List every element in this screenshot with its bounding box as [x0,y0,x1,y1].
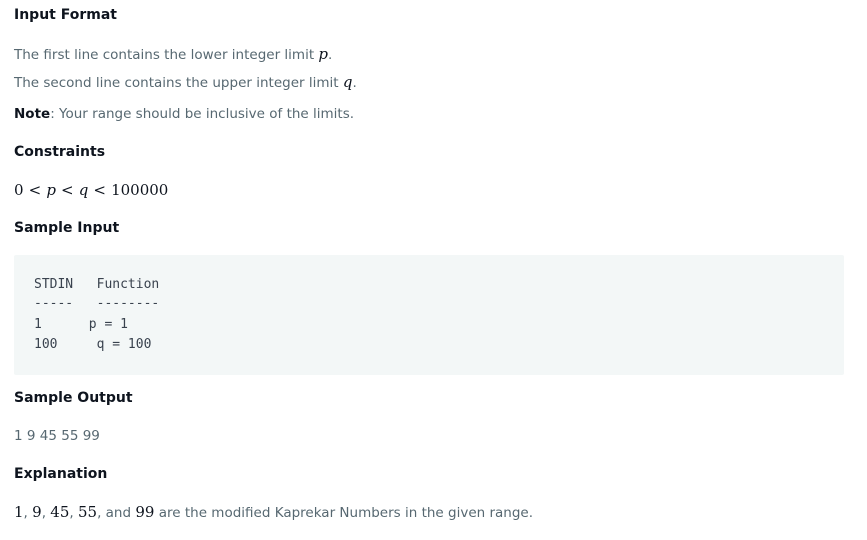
code-row-2: 100 q = 100 [34,337,152,352]
separator: , and [97,505,136,521]
input-line-1-suffix: . [328,47,333,63]
note-text: : Your range should be inclusive of the … [50,106,355,122]
input-line-1: The first line contains the lower intege… [14,45,332,63]
sample-input-heading: Sample Input [14,220,120,236]
constraint-max: 100000 [111,181,169,199]
explanation-text: 1, 9, 45, 55, and 99 are the modified Ka… [14,503,533,521]
constraints-heading: Constraints [14,144,106,160]
var-q: q [342,73,353,91]
input-format-heading: Input Format [14,7,117,23]
kaprekar-number: 99 [135,503,155,521]
explanation-tail: are the modified Kaprekar Numbers in the… [154,505,534,521]
note-line: Note: Your range should be inclusive of … [14,106,354,122]
note-label: Note [14,106,51,122]
code-header: STDIN Function [34,277,160,292]
separator: , [23,505,33,521]
kaprekar-number: 45 [50,503,70,521]
constraint-p: p [46,181,56,199]
kaprekar-number: 9 [32,503,42,521]
lt-symbol: < [28,181,42,199]
var-p: p [318,45,329,63]
explanation-heading: Explanation [14,466,108,482]
lt-symbol: < [93,181,106,199]
code-divider: ----- -------- [34,296,160,311]
input-line-2-prefix: The second line contains the upper integ… [14,75,343,91]
lt-symbol: < [61,181,74,199]
separator: , [41,505,51,521]
input-line-2-suffix: . [352,75,357,91]
sample-output-heading: Sample Output [14,390,133,406]
constraint-q: q [78,181,89,199]
sample-output-value: 1 9 45 55 99 [14,428,100,444]
code-row-1: 1 p = 1 [34,317,128,332]
separator: , [69,505,78,521]
constraint-min: 0 [14,181,24,199]
kaprekar-number: 1 [14,503,24,521]
input-line-2: The second line contains the upper integ… [14,73,357,91]
kaprekar-number: 55 [77,503,98,521]
input-line-1-prefix: The first line contains the lower intege… [14,47,319,63]
sample-input-code-block [14,255,844,375]
constraint-expression: 0 < p < q < 100000 [14,180,168,199]
